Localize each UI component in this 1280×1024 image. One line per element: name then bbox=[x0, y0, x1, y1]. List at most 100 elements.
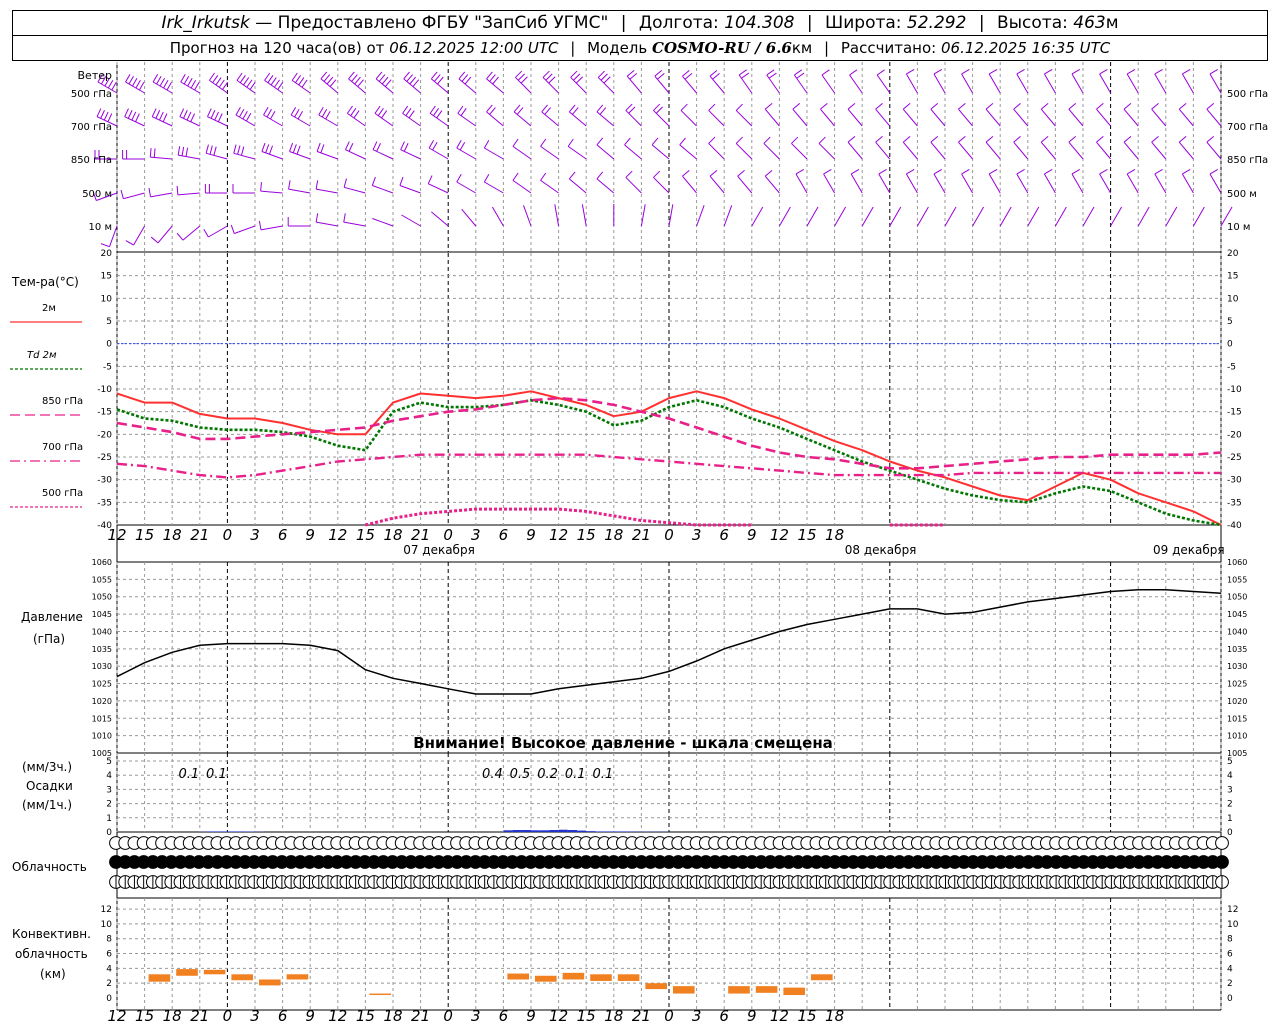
pressure-note: Внимание! Высокое давление - шкала смеще… bbox=[413, 734, 833, 752]
bottom-time-axis-tick-label: 18 bbox=[825, 1007, 844, 1024]
wind-barb-shaft bbox=[1096, 141, 1111, 160]
pressure-y-tick-right: 1010 bbox=[1227, 732, 1247, 741]
wind-barb-shaft bbox=[1206, 141, 1222, 160]
wind-barb-feather bbox=[596, 104, 604, 113]
wind-barb-feather bbox=[684, 73, 693, 80]
wind-barb-shaft bbox=[1209, 73, 1222, 94]
wind-barb-feather bbox=[766, 69, 775, 76]
wind-barb bbox=[682, 169, 697, 194]
wind-barb-feather bbox=[326, 76, 334, 85]
conv-bar bbox=[259, 979, 281, 986]
wind-barb-feather bbox=[177, 146, 181, 156]
wind-barb bbox=[958, 135, 973, 160]
wind-barb bbox=[235, 106, 256, 127]
wind-barb bbox=[512, 138, 532, 160]
wind-level-label-right: 500 гПа bbox=[1227, 89, 1268, 100]
wind-barb bbox=[343, 213, 366, 227]
wind-barb bbox=[402, 105, 421, 127]
pressure-y-tick-right: 1045 bbox=[1227, 610, 1247, 619]
wind-barb-feather bbox=[1154, 69, 1163, 75]
wind-barb-shaft bbox=[182, 225, 201, 241]
conv-bar bbox=[507, 973, 529, 980]
wind-barb-feather bbox=[540, 172, 547, 181]
wind-barb-feather bbox=[567, 138, 574, 147]
wind-barb-feather bbox=[403, 71, 410, 80]
wind-barb-feather bbox=[384, 79, 392, 87]
wind-barb-shaft bbox=[723, 205, 733, 227]
wind-barb bbox=[1178, 135, 1194, 160]
conv-bar bbox=[148, 974, 171, 982]
wind-barb-feather bbox=[456, 139, 462, 149]
conv-bar bbox=[645, 983, 667, 990]
pressure-y-tick-right: 1040 bbox=[1227, 627, 1247, 636]
wind-barb-feather bbox=[1182, 69, 1191, 75]
wind-barb bbox=[1154, 69, 1167, 94]
wind-barb-feather bbox=[179, 108, 185, 117]
wind-barb bbox=[320, 71, 339, 94]
wind-barb-feather bbox=[348, 71, 355, 80]
wind-barb-feather bbox=[568, 171, 576, 180]
wind-barb bbox=[876, 69, 891, 94]
temp-y-tick-right: -15 bbox=[1227, 408, 1242, 418]
wind-barb-shaft bbox=[680, 110, 697, 127]
wind-barb bbox=[902, 102, 918, 127]
wind-barb-feather bbox=[464, 76, 472, 85]
precip-sum-label: 0.1 bbox=[178, 767, 199, 782]
wind-barb-shaft bbox=[708, 143, 725, 160]
wind-barb bbox=[821, 69, 836, 94]
temp-y-tick-right: 5 bbox=[1227, 317, 1233, 327]
wind-barb-shaft bbox=[933, 173, 946, 194]
wind-barb-feather bbox=[573, 73, 581, 81]
wind-barb-shaft bbox=[1082, 206, 1095, 227]
temp-y-tick: -25 bbox=[97, 453, 112, 463]
wind-barb-shaft bbox=[889, 206, 902, 227]
wind-barb bbox=[1096, 102, 1111, 127]
conv-y-tick-right: 12 bbox=[1227, 905, 1238, 915]
wind-barb-feather bbox=[296, 145, 301, 155]
wind-barb-shaft bbox=[567, 145, 587, 160]
wind-barb-feather bbox=[325, 110, 331, 120]
wind-barb-feather bbox=[930, 102, 939, 110]
wind-barb-feather bbox=[376, 143, 381, 152]
wind-barb-feather bbox=[100, 243, 110, 248]
wind-barb-feather bbox=[958, 102, 966, 110]
wind-barb-shaft bbox=[316, 151, 338, 160]
wind-barb bbox=[375, 71, 394, 94]
wind-barb bbox=[985, 135, 1001, 160]
time-axis-tick-label: 15 bbox=[356, 526, 375, 544]
wind-barb bbox=[682, 69, 697, 94]
wind-barb bbox=[258, 220, 283, 231]
wind-barb-shaft bbox=[933, 73, 946, 94]
wind-panel bbox=[92, 69, 1233, 248]
wind-barb bbox=[177, 146, 200, 160]
wind-barb-feather bbox=[483, 173, 490, 183]
wind-barb bbox=[260, 182, 283, 194]
wind-barb-shaft bbox=[152, 81, 173, 94]
bottom-time-axis-tick-label: 21 bbox=[190, 1007, 209, 1024]
wind-barb-feather bbox=[1151, 102, 1159, 110]
wind-barb-feather bbox=[264, 72, 271, 81]
wind-barb bbox=[1110, 206, 1123, 227]
wind-barb-feather bbox=[239, 75, 246, 83]
wind-barb bbox=[125, 73, 145, 94]
wind-barb-shaft bbox=[793, 74, 808, 94]
wind-barb-shaft bbox=[512, 145, 532, 160]
wind-barb bbox=[933, 169, 946, 194]
time-axis-tick-label: 15 bbox=[135, 526, 154, 544]
bottom-time-axis-tick-label: 21 bbox=[632, 1007, 651, 1024]
wind-barb bbox=[461, 208, 477, 227]
wind-barb-feather bbox=[544, 107, 551, 115]
wind-barb-feather bbox=[277, 81, 284, 90]
precip-bar bbox=[577, 830, 587, 832]
conv-y-tick-right: 2 bbox=[1227, 979, 1233, 989]
wind-barb-shaft bbox=[233, 152, 256, 160]
wind-barb-feather bbox=[1013, 135, 1021, 143]
wind-barb-feather bbox=[460, 108, 467, 116]
wind-barb bbox=[236, 72, 256, 94]
cloud-symbol bbox=[1215, 855, 1229, 869]
pressure-y-tick: 1040 bbox=[92, 627, 112, 636]
temp-y-tick-right: -5 bbox=[1227, 362, 1236, 372]
wind-barb-shaft bbox=[682, 75, 697, 94]
temp-legend-label: 500 гПа bbox=[42, 488, 83, 499]
wind-barb bbox=[625, 103, 642, 127]
